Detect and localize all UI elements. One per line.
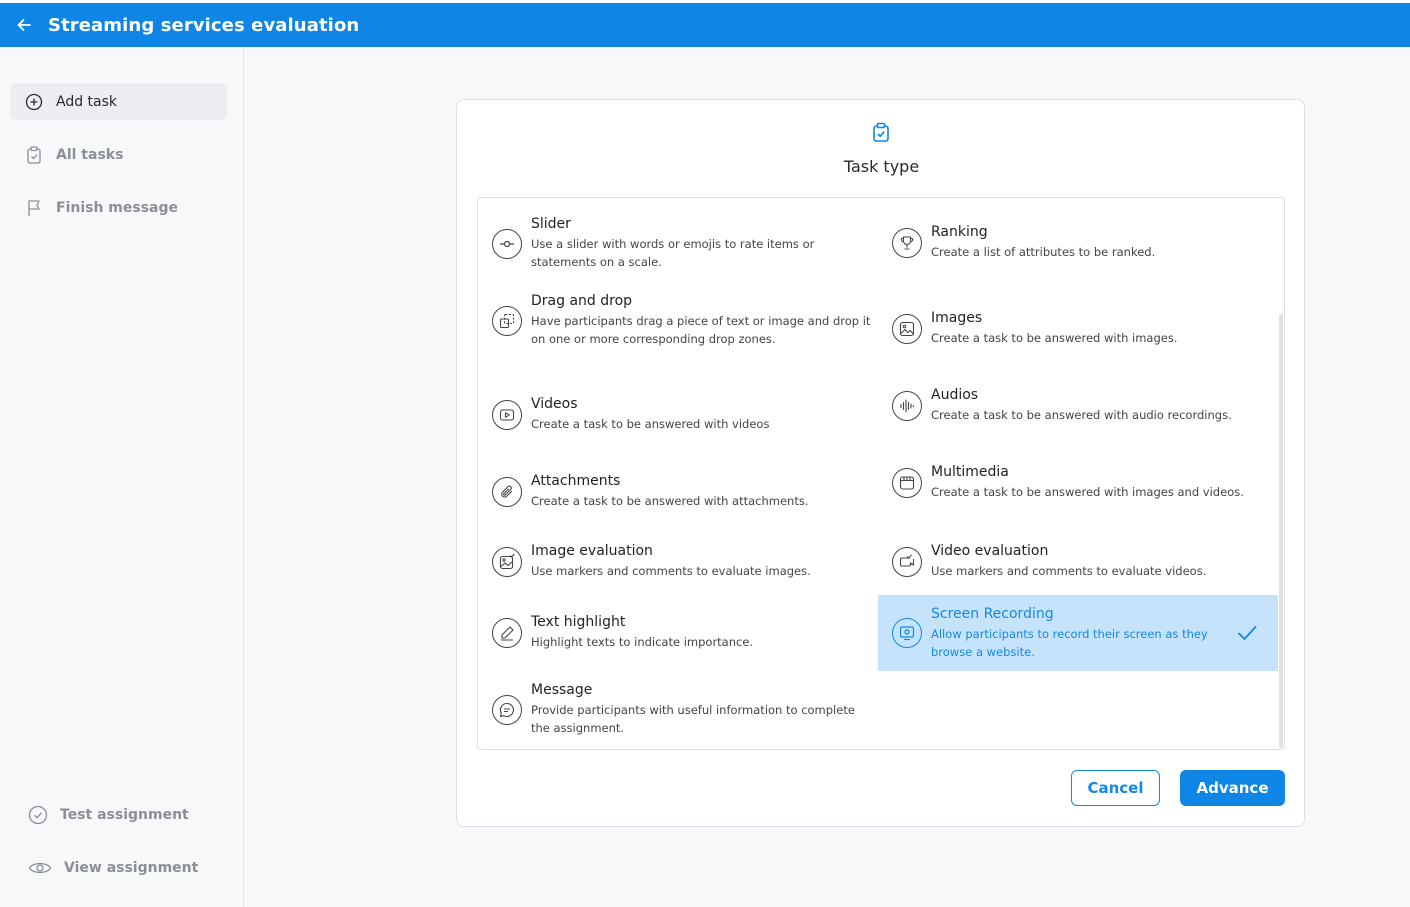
test-assignment-button[interactable]: Test assignment bbox=[14, 796, 231, 833]
option-name: Ranking bbox=[931, 224, 988, 240]
task-type-list[interactable]: Slider Use a slider with words or emojis … bbox=[477, 197, 1285, 750]
task-option-videos[interactable]: Videos Create a task to be answered with … bbox=[492, 396, 872, 433]
video-icon bbox=[492, 399, 522, 430]
paperclip-icon bbox=[492, 476, 522, 507]
checkmark-icon bbox=[1238, 626, 1257, 640]
sidebar: Add task All tasks Finish message Test a… bbox=[0, 47, 244, 907]
task-option-message[interactable]: Message Provide participants with useful … bbox=[492, 682, 872, 737]
top-bar: Streaming services evaluation bbox=[0, 0, 1410, 47]
sidebar-item-label: All tasks bbox=[56, 146, 124, 163]
option-name: Image evaluation bbox=[531, 543, 653, 559]
option-description: Use markers and comments to evaluate vid… bbox=[931, 564, 1207, 578]
audio-icon bbox=[892, 390, 922, 421]
option-description: Create a task to be answered with audio … bbox=[931, 408, 1232, 422]
back-button[interactable] bbox=[0, 3, 48, 47]
option-name: Message bbox=[531, 682, 593, 698]
sidebar-item-label: View assignment bbox=[64, 859, 199, 876]
option-name: Audios bbox=[931, 387, 979, 403]
cancel-button[interactable]: Cancel bbox=[1071, 770, 1160, 806]
scrollbar[interactable] bbox=[1279, 314, 1283, 748]
arrow-left-icon bbox=[17, 19, 31, 31]
option-description: Create a task to be answered with images… bbox=[931, 331, 1178, 345]
message-icon bbox=[492, 694, 522, 725]
sidebar-item-label: Test assignment bbox=[60, 806, 189, 823]
option-description: Highlight texts to indicate importance. bbox=[531, 635, 754, 649]
sidebar-item-all-tasks[interactable]: All tasks bbox=[10, 136, 227, 173]
option-name: Text highlight bbox=[531, 614, 626, 630]
slider-icon bbox=[492, 228, 522, 259]
check-circle-icon bbox=[28, 805, 48, 825]
option-name: Slider bbox=[531, 216, 571, 232]
sidebar-item-label: Finish message bbox=[56, 199, 179, 216]
option-name: Drag and drop bbox=[531, 293, 633, 309]
eye-icon bbox=[28, 858, 52, 878]
option-name: Video evaluation bbox=[931, 543, 1049, 559]
task-option-images[interactable]: Images Create a task to be answered with … bbox=[892, 310, 1252, 347]
task-option-text-highlight[interactable]: Text highlight Highlight texts to indicat… bbox=[492, 614, 872, 651]
screen-recording-icon bbox=[892, 618, 922, 648]
option-description: Provide participants with useful informa… bbox=[531, 703, 855, 735]
task-type-dialog: Task type Slider Use a slider with words … bbox=[456, 99, 1305, 827]
task-option-audios[interactable]: Audios Create a task to be answered with … bbox=[892, 387, 1252, 424]
task-option-multimedia[interactable]: Multimedia Create a task to be answered w… bbox=[892, 464, 1252, 501]
task-option-attachments[interactable]: Attachments Create a task to be answered … bbox=[492, 473, 872, 510]
task-option-screen-recording[interactable]: Screen Recording Allow participants to re… bbox=[878, 595, 1278, 671]
advance-button[interactable]: Advance bbox=[1180, 770, 1285, 806]
option-name: Videos bbox=[531, 396, 578, 412]
task-option-slider[interactable]: Slider Use a slider with words or emojis … bbox=[492, 216, 872, 271]
option-description: Use a slider with words or emojis to rat… bbox=[531, 237, 815, 269]
image-icon bbox=[892, 313, 922, 344]
task-option-video-evaluation[interactable]: Video evaluation Use markers and comments… bbox=[892, 543, 1252, 580]
option-description: Have participants drag a piece of text o… bbox=[531, 314, 871, 346]
task-option-image-evaluation[interactable]: Image evaluation Use markers and comments… bbox=[492, 543, 872, 580]
option-description: Create a task to be answered with attach… bbox=[531, 494, 809, 508]
drag-drop-icon bbox=[492, 305, 522, 336]
option-name: Screen Recording bbox=[931, 605, 1054, 622]
option-name: Images bbox=[931, 310, 983, 326]
image-evaluation-icon bbox=[492, 546, 522, 577]
option-description: Allow participants to record their scree… bbox=[931, 626, 1208, 659]
option-name: Attachments bbox=[531, 473, 621, 489]
flag-icon bbox=[24, 198, 44, 218]
sidebar-item-finish-message[interactable]: Finish message bbox=[10, 189, 227, 226]
sidebar-item-add-task[interactable]: Add task bbox=[10, 83, 227, 120]
sidebar-item-label: Add task bbox=[56, 93, 118, 110]
clipboard-check-icon bbox=[871, 122, 891, 142]
option-name: Multimedia bbox=[931, 464, 1009, 480]
trophy-icon bbox=[892, 227, 922, 258]
pen-icon bbox=[492, 617, 522, 648]
plus-circle-icon bbox=[24, 92, 44, 112]
dialog-title: Task type bbox=[843, 157, 920, 176]
video-evaluation-icon bbox=[892, 546, 922, 577]
clipboard-check-icon bbox=[24, 145, 44, 165]
page-title: Streaming services evaluation bbox=[48, 14, 360, 36]
view-assignment-button[interactable]: View assignment bbox=[14, 849, 231, 886]
task-option-drag-and-drop[interactable]: Drag and drop Have participants drag a pi… bbox=[492, 293, 872, 348]
option-description: Use markers and comments to evaluate ima… bbox=[531, 564, 811, 578]
multimedia-icon bbox=[892, 467, 922, 498]
option-description: Create a task to be answered with images… bbox=[931, 485, 1244, 499]
option-description: Create a task to be answered with videos bbox=[531, 417, 770, 431]
task-option-ranking[interactable]: Ranking Create a list of attributes to be… bbox=[892, 224, 1252, 261]
option-description: Create a list of attributes to be ranked… bbox=[931, 245, 1156, 259]
